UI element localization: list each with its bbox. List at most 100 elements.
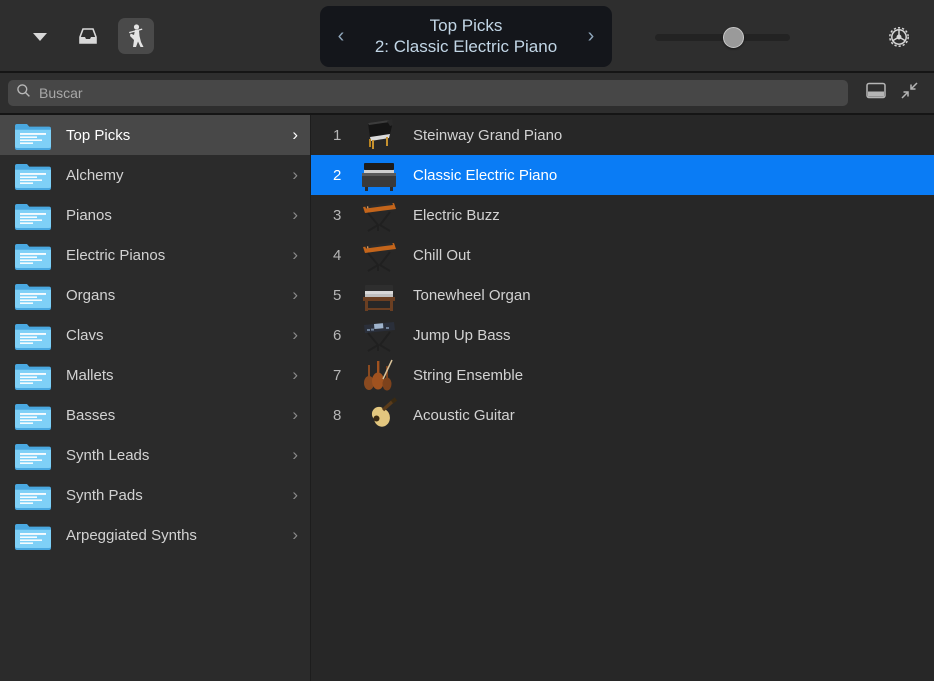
- chevron-right-icon[interactable]: ›: [292, 165, 298, 185]
- folder-icon: [14, 401, 52, 430]
- sidebar-item-pianos[interactable]: Pianos ›: [0, 195, 310, 235]
- groovebox-icon: [356, 317, 400, 353]
- sidebar-item-label: Arpeggiated Synths: [66, 527, 278, 544]
- patch-row[interactable]: 8 Acoustic Guitar: [311, 395, 934, 435]
- search-row-icons: [866, 81, 919, 105]
- patch-row[interactable]: 7 String Ensemble: [311, 355, 934, 395]
- folder-icon: [14, 121, 52, 150]
- sidebar-item-synth-pads[interactable]: Synth Pads ›: [0, 475, 310, 515]
- search-icon: [16, 83, 31, 103]
- patch-list: 1Steinway Grand Piano2Classic Electric P…: [311, 115, 934, 681]
- patch-number: 5: [333, 287, 355, 304]
- patch-row[interactable]: 5Tonewheel Organ: [311, 275, 934, 315]
- display-category: Top Picks: [350, 16, 582, 37]
- content-area: Top Picks› Alchemy› Pianos› Electric P: [0, 115, 934, 681]
- strings-icon: [356, 357, 400, 393]
- sidebar-item-label: Alchemy: [66, 167, 278, 184]
- patch-thumbnail: [355, 116, 401, 154]
- sidebar-item-label: Top Picks: [66, 127, 278, 144]
- folder-icon: [14, 321, 52, 350]
- sidebar-item-label: Synth Pads: [66, 487, 278, 504]
- volume-slider[interactable]: [655, 27, 790, 47]
- sidebar-item-alchemy[interactable]: Alchemy ›: [0, 155, 310, 195]
- previous-patch-button[interactable]: ‹: [332, 25, 350, 48]
- patch-number: 8: [333, 407, 355, 424]
- sidebar-item-electric-pianos[interactable]: Electric Pianos›: [0, 235, 310, 275]
- patch-number: 6: [333, 327, 355, 344]
- acoustic-guitar-icon: [356, 397, 400, 433]
- slider-knob[interactable]: [723, 27, 744, 48]
- gear-icon[interactable]: [884, 22, 914, 52]
- patch-row[interactable]: 3 Electric Buzz: [311, 195, 934, 235]
- sidebar-item-top-picks[interactable]: Top Picks ›: [0, 115, 310, 155]
- sidebar-item-synth-leads[interactable]: Synth Leads ›: [0, 435, 310, 475]
- patch-thumbnail: [355, 356, 401, 394]
- folder-icon: [14, 281, 52, 310]
- folder-icon: [14, 441, 52, 470]
- collapse-arrows-icon[interactable]: [900, 81, 919, 105]
- patch-number: 7: [333, 367, 355, 384]
- synth-keyboard-icon: [356, 237, 400, 273]
- split-view-icon[interactable]: [866, 82, 886, 104]
- inbox-tray-icon[interactable]: [70, 18, 106, 54]
- patch-name: String Ensemble: [413, 367, 523, 384]
- sidebar-item-mallets[interactable]: Mallets ›: [0, 355, 310, 395]
- chevron-right-icon[interactable]: ›: [292, 405, 298, 425]
- chevron-right-icon[interactable]: ›: [292, 365, 298, 385]
- folder-icon: [14, 361, 52, 390]
- search-field[interactable]: [8, 80, 848, 106]
- folder-icon: [14, 161, 52, 190]
- chevron-right-icon[interactable]: ›: [292, 485, 298, 505]
- patch-name: Classic Electric Piano: [413, 167, 557, 184]
- patch-thumbnail: [355, 156, 401, 194]
- display-patch: 2: Classic Electric Piano: [350, 37, 582, 58]
- sidebar-item-label: Synth Leads: [66, 447, 278, 464]
- top-toolbar: ‹ Top Picks 2: Classic Electric Piano ›: [0, 0, 934, 73]
- chevron-right-icon[interactable]: ›: [292, 525, 298, 545]
- category-sidebar: Top Picks› Alchemy› Pianos› Electric P: [0, 115, 311, 681]
- triangle-down-icon[interactable]: [22, 18, 58, 54]
- patch-thumbnail: [355, 396, 401, 434]
- patch-name: Acoustic Guitar: [413, 407, 515, 424]
- patch-thumbnail: [355, 316, 401, 354]
- sidebar-item-clavs[interactable]: Clavs ›: [0, 315, 310, 355]
- folder-icon: [14, 521, 52, 550]
- synth-keyboard-icon: [356, 197, 400, 233]
- next-patch-button[interactable]: ›: [582, 25, 600, 48]
- chevron-right-icon[interactable]: ›: [292, 125, 298, 145]
- sidebar-item-label: Organs: [66, 287, 278, 304]
- organ-icon: [356, 277, 400, 313]
- patch-row[interactable]: 2Classic Electric Piano: [311, 155, 934, 195]
- sidebar-item-label: Clavs: [66, 327, 278, 344]
- patch-name: Electric Buzz: [413, 207, 500, 224]
- chevron-right-icon[interactable]: ›: [292, 245, 298, 265]
- sidebar-item-label: Pianos: [66, 207, 278, 224]
- patch-row[interactable]: 1Steinway Grand Piano: [311, 115, 934, 155]
- search-row: [0, 73, 934, 115]
- patch-thumbnail: [355, 276, 401, 314]
- chevron-right-icon[interactable]: ›: [292, 285, 298, 305]
- upright-electric-piano-icon: [356, 157, 400, 193]
- patch-library-window: ‹ Top Picks 2: Classic Electric Piano ›: [0, 0, 934, 681]
- folder-icon: [14, 241, 52, 270]
- sidebar-item-basses[interactable]: Basses ›: [0, 395, 310, 435]
- patch-thumbnail: [355, 196, 401, 234]
- chevron-right-icon[interactable]: ›: [292, 205, 298, 225]
- patch-row[interactable]: 6 Jump Up Bass: [311, 315, 934, 355]
- folder-icon: [14, 201, 52, 230]
- search-input[interactable]: [39, 85, 840, 101]
- sidebar-item-label: Basses: [66, 407, 278, 424]
- chevron-right-icon[interactable]: ›: [292, 325, 298, 345]
- patch-name: Chill Out: [413, 247, 471, 264]
- folder-icon: [14, 481, 52, 510]
- patch-name: Jump Up Bass: [413, 327, 511, 344]
- patch-row[interactable]: 4Chill Out: [311, 235, 934, 275]
- sidebar-item-organs[interactable]: Organs ›: [0, 275, 310, 315]
- sidebar-item-arpeggiated-synths[interactable]: Arpeggiated Synths ›: [0, 515, 310, 555]
- chevron-right-icon[interactable]: ›: [292, 445, 298, 465]
- performer-icon[interactable]: [118, 18, 154, 54]
- sidebar-item-label: Mallets: [66, 367, 278, 384]
- patch-number: 3: [333, 207, 355, 224]
- patch-display: ‹ Top Picks 2: Classic Electric Piano ›: [320, 6, 612, 67]
- display-text: Top Picks 2: Classic Electric Piano: [350, 16, 582, 57]
